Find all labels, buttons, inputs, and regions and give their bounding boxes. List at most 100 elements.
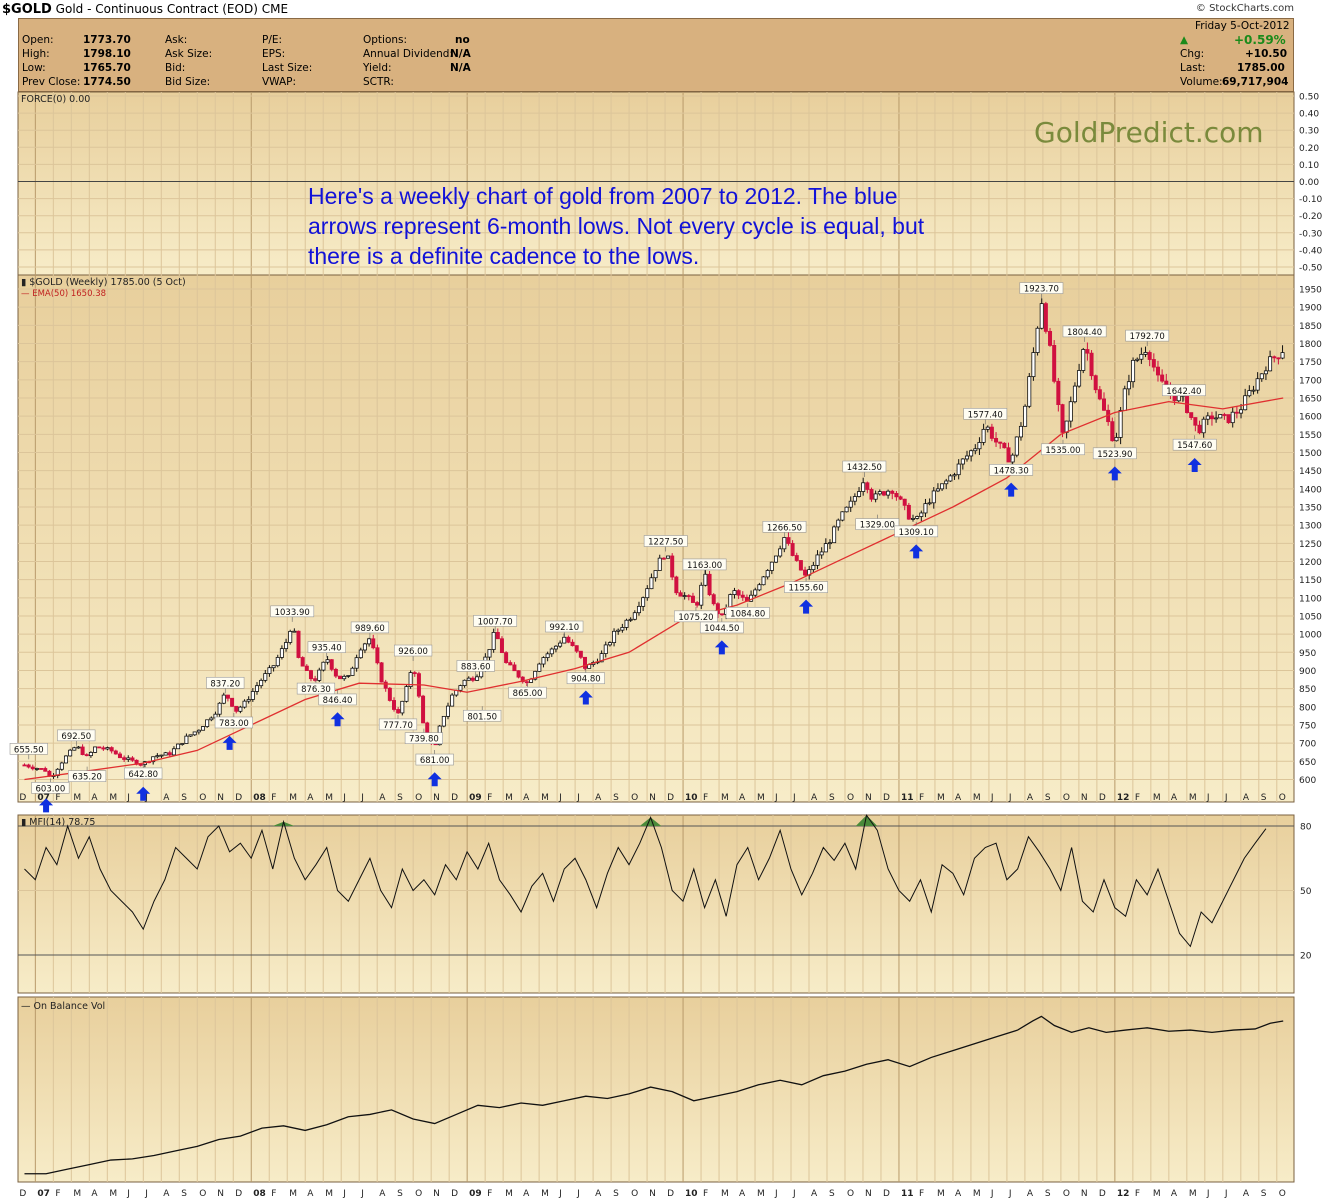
price-label: 1642.40 (1166, 387, 1201, 397)
obv-x-tick: M (937, 1189, 945, 1199)
candle-body (915, 516, 920, 519)
price-y-tick: 1450 (1299, 467, 1322, 477)
candle-body (740, 594, 745, 598)
candle-body (421, 695, 426, 724)
obv-x-tick: M (973, 1189, 981, 1199)
candle-body (670, 555, 675, 578)
price-x-tick: O (199, 793, 206, 803)
candle-body (1097, 389, 1102, 400)
obv-x-tick: A (1243, 1189, 1250, 1199)
price-x-tick: S (397, 793, 403, 803)
obv-x-tick: J (1008, 1189, 1012, 1199)
obv-x-tick: J (990, 1189, 994, 1199)
price-x-tick: J (1206, 793, 1210, 803)
force-y-tick: 0.50 (1299, 93, 1319, 103)
price-label: 1227.50 (648, 537, 683, 547)
obv-x-tick: 12 (1117, 1189, 1130, 1199)
candle-body (857, 491, 862, 497)
price-label: 1523.90 (1097, 450, 1132, 460)
price-x-tick: 08 (253, 793, 266, 803)
obv-x-tick: 08 (253, 1189, 266, 1199)
obv-x-tick: N (433, 1189, 440, 1199)
price-x-tick: N (865, 793, 872, 803)
candle-body (815, 554, 820, 566)
candle-body (1060, 404, 1065, 433)
candle-body (798, 560, 803, 571)
obv-x-tick: M (505, 1189, 513, 1199)
price-label: 783.00 (219, 719, 249, 729)
candle-body (661, 557, 666, 560)
price-x-tick: J (342, 793, 346, 803)
candle-body (1230, 411, 1235, 424)
candle-body (72, 747, 77, 751)
candle-body (666, 555, 671, 559)
price-y-tick: 900 (1299, 667, 1316, 677)
price-x-tick: O (847, 793, 854, 803)
price-label: 1804.40 (1067, 328, 1102, 338)
price-label: 1432.50 (847, 463, 882, 473)
candle-body (558, 642, 563, 647)
candle-body (192, 731, 197, 736)
price-label: 865.00 (513, 689, 543, 699)
price-label: 635.20 (72, 773, 102, 783)
price-label: 1478.30 (994, 466, 1029, 476)
candle-body (981, 428, 986, 443)
candle-body (1139, 353, 1144, 360)
price-x-tick: S (181, 793, 187, 803)
price-y-tick: 1500 (1299, 449, 1322, 459)
candle-body (1234, 411, 1239, 414)
candle-body (516, 670, 521, 678)
price-label: 1309.10 (899, 528, 934, 538)
obv-x-tick: N (649, 1189, 656, 1199)
candle-body (263, 673, 268, 681)
candle-body (1018, 425, 1023, 438)
obv-x-tick: O (631, 1189, 638, 1199)
candle-body (387, 687, 392, 701)
candle-body (935, 488, 940, 492)
candle-body (221, 694, 226, 704)
obv-x-tick: F (919, 1189, 924, 1199)
obv-x-tick: A (739, 1189, 746, 1199)
candle-body (1031, 352, 1036, 378)
candle-body (76, 746, 81, 749)
candle-body (1023, 405, 1028, 427)
candle-body (171, 748, 176, 756)
obv-x-tick: A (523, 1189, 530, 1199)
price-label: 935.40 (312, 644, 342, 654)
candle-body (607, 642, 612, 646)
candle-body (628, 618, 633, 621)
candle-body (898, 496, 903, 500)
candle-body (1085, 349, 1090, 354)
candle-body (773, 555, 778, 563)
candle-body (217, 702, 222, 715)
candle-body (998, 441, 1003, 444)
price-label: 1155.60 (788, 584, 823, 594)
price-label: 876.30 (301, 685, 331, 695)
price-x-tick: O (415, 793, 422, 803)
obv-x-tick: N (1081, 1189, 1088, 1199)
candle-body (462, 679, 467, 686)
force-y-tick: -0.50 (1299, 264, 1323, 274)
candle-body (379, 662, 384, 683)
candle-body (782, 537, 787, 550)
candle-body (674, 576, 679, 594)
candle-body (246, 699, 251, 702)
candle-body (1201, 418, 1206, 434)
annotation-text: Here's a weekly chart of gold from 2007 … (308, 183, 925, 269)
candle-body (117, 753, 122, 759)
candle-body (803, 569, 808, 576)
price-x-tick: S (1261, 793, 1267, 803)
mfi-y-tick: 20 (1300, 952, 1312, 962)
candle-body (757, 584, 762, 591)
candle-body (574, 645, 579, 652)
force-title: FORCE(0) 0.00 (21, 94, 90, 105)
price-x-tick: M (109, 793, 117, 803)
candle-body (362, 643, 367, 651)
candle-body (84, 754, 89, 757)
price-y-tick: 1250 (1299, 540, 1322, 550)
price-label: 1266.50 (767, 523, 802, 533)
price-x-tick: M (937, 793, 945, 803)
candle-body (869, 489, 874, 500)
candle-body (578, 650, 583, 658)
candle-body (1035, 327, 1040, 353)
